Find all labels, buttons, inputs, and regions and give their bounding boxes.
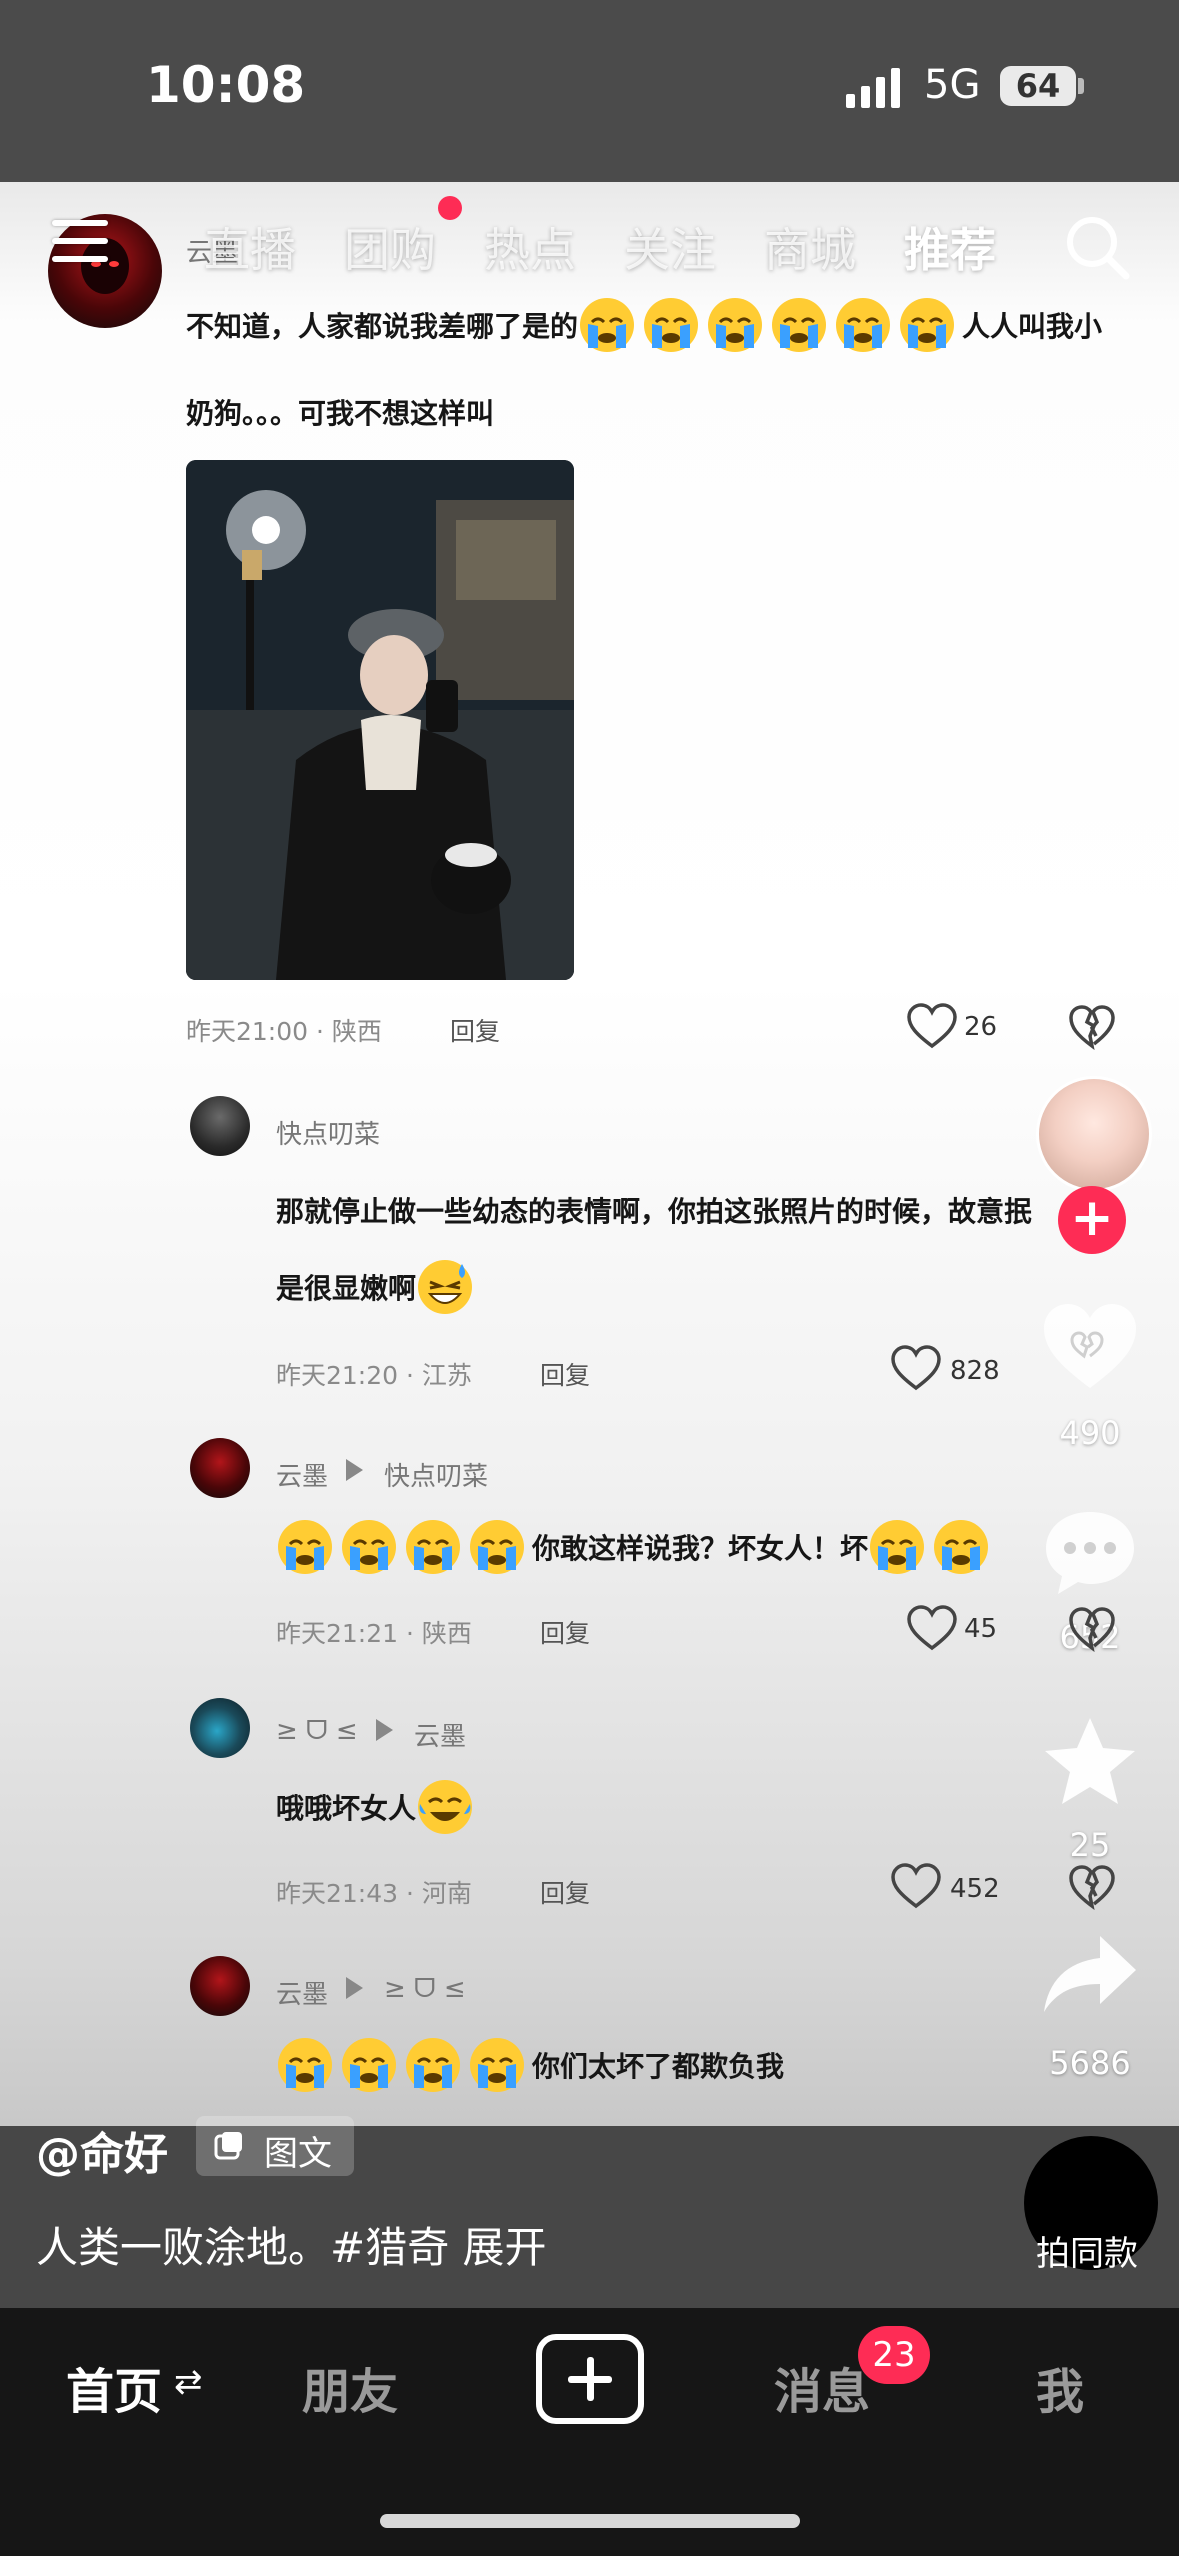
crying-emoji-icon <box>580 298 635 352</box>
home-indicator[interactable] <box>380 2514 800 2528</box>
status-time: 10:08 <box>146 56 306 114</box>
signal-icon <box>846 68 900 108</box>
reply-button[interactable]: 回复 <box>540 1356 590 1392</box>
tab-friends[interactable]: 朋友 <box>302 2352 398 2422</box>
share-arrow-icon[interactable] <box>1040 1932 1140 2016</box>
comment-text: 你们太坏了都欺负我 <box>276 2036 784 2094</box>
create-plus-button[interactable] <box>536 2334 644 2424</box>
favorite-count-side: 25 <box>1069 1826 1111 1864</box>
crying-emoji-icon <box>406 1520 460 1574</box>
crying-emoji-icon <box>644 298 699 352</box>
author-name[interactable]: @命好 <box>36 2118 168 2182</box>
heart-icon[interactable] <box>906 1604 958 1652</box>
comment-text: 不知道，人家都说我差哪了是的 人人叫我小 <box>186 296 1102 354</box>
comment-username[interactable]: 云墨 <box>276 1456 328 1493</box>
comment-meta: 昨天21:00 · 陕西 <box>186 1017 382 1046</box>
like-count: 26 <box>964 1012 998 1042</box>
laughing-tears-emoji-icon <box>418 1780 473 1834</box>
avatar[interactable] <box>190 1096 250 1156</box>
caption-text[interactable]: 人类一败涂地。#猎奇 展开 <box>36 2214 547 2275</box>
tab-home[interactable]: 首页 <box>66 2352 162 2422</box>
tab-mall[interactable]: 商城 <box>764 214 856 280</box>
comment-username[interactable]: ≥ ᗜ ≤ <box>276 1716 358 1747</box>
same-style-label[interactable]: 拍同款 <box>1036 2226 1138 2275</box>
like-count-side: 490 <box>1059 1414 1121 1452</box>
crying-emoji-icon <box>406 2038 460 2092</box>
reply-button[interactable]: 回复 <box>540 1614 590 1650</box>
follow-plus-button[interactable]: + <box>1058 1186 1126 1254</box>
crying-emoji-icon <box>836 298 891 352</box>
battery-tip <box>1078 78 1084 94</box>
notification-dot <box>438 196 462 220</box>
reply-arrow-icon <box>376 1719 393 1741</box>
crying-emoji-icon <box>708 298 763 352</box>
refresh-toggle-icon[interactable]: ⇄ <box>174 2362 203 2402</box>
comment-meta: 昨天21:21 · 陕西 <box>276 1619 472 1648</box>
comment-username[interactable]: 快点叨菜 <box>276 1114 380 1151</box>
top-nav <box>0 182 1179 302</box>
like-count: 45 <box>964 1614 998 1644</box>
share-count-side: 5686 <box>1049 2044 1131 2082</box>
reply-button[interactable]: 回复 <box>540 1874 590 1910</box>
comment-meta: 昨天21:43 · 河南 <box>276 1879 472 1908</box>
like-count: 452 <box>950 1874 1000 1904</box>
crying-emoji-icon <box>470 2038 524 2092</box>
comment-text: 你敢这样说我？坏女人！坏 <box>276 1518 996 1576</box>
crying-emoji-icon <box>470 1520 524 1574</box>
reply-arrow-icon <box>346 1977 363 1999</box>
tab-group-buy[interactable]: 团购 <box>344 214 436 280</box>
reply-to-username[interactable]: 云墨 <box>414 1716 466 1753</box>
comment-content-card <box>0 182 1179 2126</box>
comment-text-line2: 是很显嫩啊 <box>276 1258 480 1316</box>
network-label: 5G <box>924 62 981 108</box>
comment-bubble-icon[interactable] <box>1040 1506 1140 1598</box>
crying-emoji-icon <box>772 298 827 352</box>
heart-icon[interactable] <box>906 1002 958 1050</box>
battery-icon: 64 <box>1000 66 1076 106</box>
dislike-broken-heart-icon[interactable] <box>1068 1004 1116 1050</box>
image-text-icon <box>214 2132 242 2160</box>
sweat-grin-emoji-icon <box>418 1260 473 1314</box>
crying-emoji-icon <box>934 1520 989 1574</box>
crying-emoji-icon <box>278 2038 332 2092</box>
tab-me[interactable]: 我 <box>1036 2352 1084 2422</box>
crying-emoji-icon <box>342 2038 396 2092</box>
crying-emoji-icon <box>900 298 955 352</box>
comment-text: 哦哦坏女人 <box>276 1778 480 1836</box>
avatar[interactable] <box>190 1438 250 1498</box>
dislike-broken-heart-icon[interactable] <box>1068 1606 1116 1652</box>
messages-badge: 23 <box>858 2326 930 2384</box>
favorite-star-icon[interactable] <box>1040 1714 1140 1810</box>
heart-icon[interactable] <box>890 1344 942 1392</box>
reply-button[interactable]: 回复 <box>450 1012 500 1048</box>
dislike-broken-heart-icon[interactable] <box>1068 1864 1116 1910</box>
like-count: 828 <box>950 1356 1000 1386</box>
comment-meta: 昨天21:20 · 江苏 <box>276 1361 472 1390</box>
comment-username[interactable]: 云墨 <box>276 1974 328 2011</box>
comment-text: 那就停止做一些幼态的表情啊，你拍这张照片的时候，故意抿 <box>276 1195 1033 1228</box>
tab-recommend[interactable]: 推荐 <box>904 214 996 280</box>
tab-messages[interactable]: 消息 <box>774 2352 870 2422</box>
crying-emoji-icon <box>870 1520 925 1574</box>
like-heart-icon[interactable] <box>1040 1300 1140 1392</box>
tab-trending[interactable]: 热点 <box>484 214 576 280</box>
avatar[interactable] <box>190 1956 250 2016</box>
menu-icon[interactable] <box>52 220 108 264</box>
heart-icon[interactable] <box>890 1862 942 1910</box>
photo-scene <box>186 460 574 980</box>
reply-arrow-icon <box>346 1459 363 1481</box>
creator-avatar[interactable] <box>1036 1076 1152 1192</box>
tab-following[interactable]: 关注 <box>624 214 716 280</box>
crying-emoji-icon <box>278 1520 332 1574</box>
tab-live[interactable]: 直播 <box>204 214 296 280</box>
avatar[interactable] <box>190 1698 250 1758</box>
reply-to-username[interactable]: 快点叨菜 <box>384 1456 488 1493</box>
comment-text-line2: 奶狗。。。可我不想这样叫 <box>186 397 495 430</box>
search-icon[interactable] <box>1062 212 1132 282</box>
crying-emoji-icon <box>342 1520 396 1574</box>
image-text-label: 图文 <box>264 2134 332 2174</box>
reply-to-username[interactable]: ≥ ᗜ ≤ <box>384 1974 466 2005</box>
comment-photo[interactable] <box>186 460 574 980</box>
